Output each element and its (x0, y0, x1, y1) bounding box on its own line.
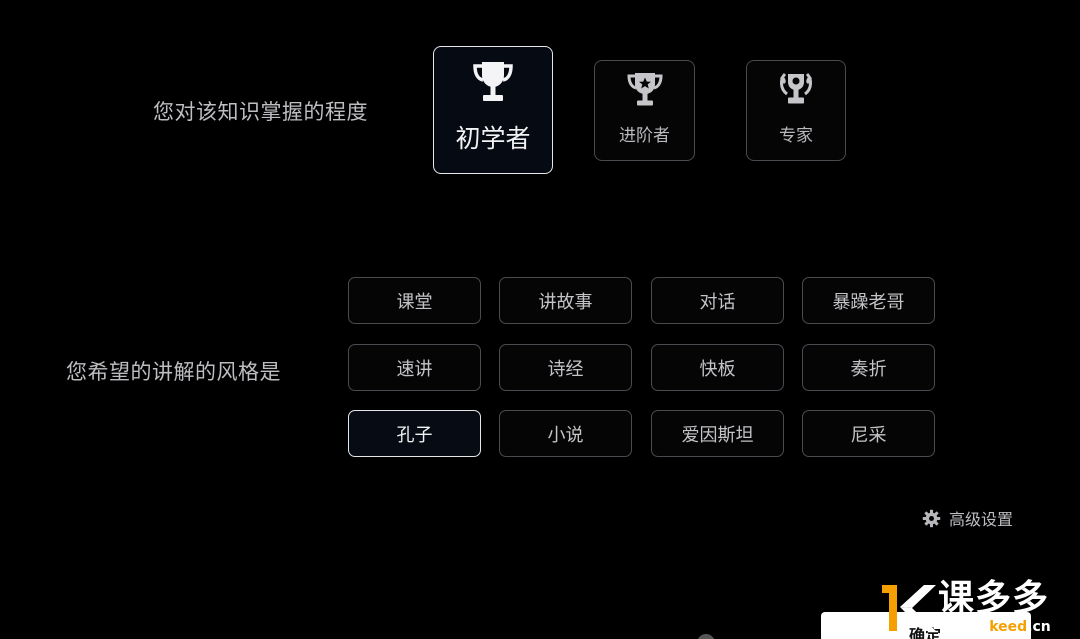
style-option-speed[interactable]: 速讲 (348, 344, 481, 391)
star-trophy-icon (626, 73, 663, 106)
style-option-kuaiban[interactable]: 快板 (651, 344, 784, 391)
advanced-settings-link[interactable]: 高级设置 (922, 506, 1013, 530)
style-option-einstein[interactable]: 爱因斯坦 (651, 410, 784, 457)
watermark-url: www.keed.cn (946, 619, 1051, 635)
watermark-logo-icon (882, 585, 936, 631)
level-card-expert[interactable]: 专家 (746, 60, 846, 161)
style-option-nietzsche[interactable]: 尼采 (802, 410, 935, 457)
watermark-brand: 课多多 (938, 578, 1050, 619)
gear-icon (922, 509, 941, 527)
style-question-label: 您希望的讲解的风格是 (66, 360, 281, 384)
style-option-dialogue[interactable]: 对话 (651, 277, 784, 324)
level-label-beginner: 初学者 (455, 124, 531, 153)
laurel-trophy-icon (780, 72, 812, 104)
style-option-shijing[interactable]: 诗经 (499, 344, 632, 391)
bottom-handle-icon (697, 634, 715, 639)
knowledge-settings-panel: 您对该知识掌握的程度 初学者 进阶者 专家 您希望的讲解的风格是 课堂 讲故事 … (0, 0, 1080, 639)
style-option-novel[interactable]: 小说 (499, 410, 632, 457)
style-option-storytelling[interactable]: 讲故事 (499, 277, 632, 324)
trophy-icon (473, 62, 513, 101)
level-label-advanced: 进阶者 (619, 126, 670, 146)
watermark: 课多多 www.keed.cn (880, 579, 1080, 639)
style-option-confucius[interactable]: 孔子 (348, 410, 481, 457)
level-card-advanced[interactable]: 进阶者 (594, 60, 695, 161)
level-card-beginner[interactable]: 初学者 (433, 46, 553, 174)
style-option-memorial[interactable]: 奏折 (802, 344, 935, 391)
mastery-question-label: 您对该知识掌握的程度 (153, 100, 368, 124)
style-option-classroom[interactable]: 课堂 (348, 277, 481, 324)
advanced-settings-label: 高级设置 (949, 510, 1014, 529)
style-option-grumpy-bro[interactable]: 暴躁老哥 (802, 277, 935, 324)
level-label-expert: 专家 (779, 126, 813, 146)
